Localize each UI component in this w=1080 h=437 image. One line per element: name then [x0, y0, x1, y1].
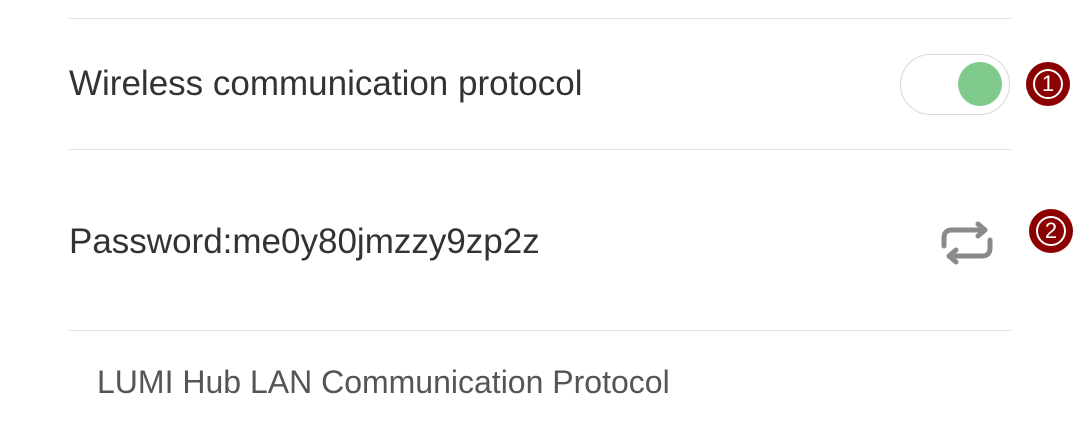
- annotation-badge-1: 1: [1026, 62, 1070, 106]
- password-label: Password:me0y80jmzzy9zp2z: [69, 222, 540, 261]
- annotation-badge-2: 2: [1029, 209, 1073, 253]
- annotation-badge-2-number: 2: [1036, 216, 1066, 246]
- lan-protocol-section-label: LUMI Hub LAN Communication Protocol: [97, 364, 670, 400]
- annotation-badge-1-number: 1: [1033, 69, 1063, 99]
- refresh-password-button[interactable]: [938, 220, 996, 266]
- wireless-protocol-toggle[interactable]: [900, 54, 1010, 115]
- divider-middle: [69, 149, 1011, 150]
- toggle-knob: [958, 62, 1002, 106]
- divider-bottom: [69, 330, 1011, 331]
- refresh-icon: [941, 221, 993, 265]
- settings-panel: Wireless communication protocol 1 Passwo…: [0, 0, 1080, 437]
- wireless-protocol-label: Wireless communication protocol: [69, 64, 583, 103]
- divider-top: [69, 18, 1011, 19]
